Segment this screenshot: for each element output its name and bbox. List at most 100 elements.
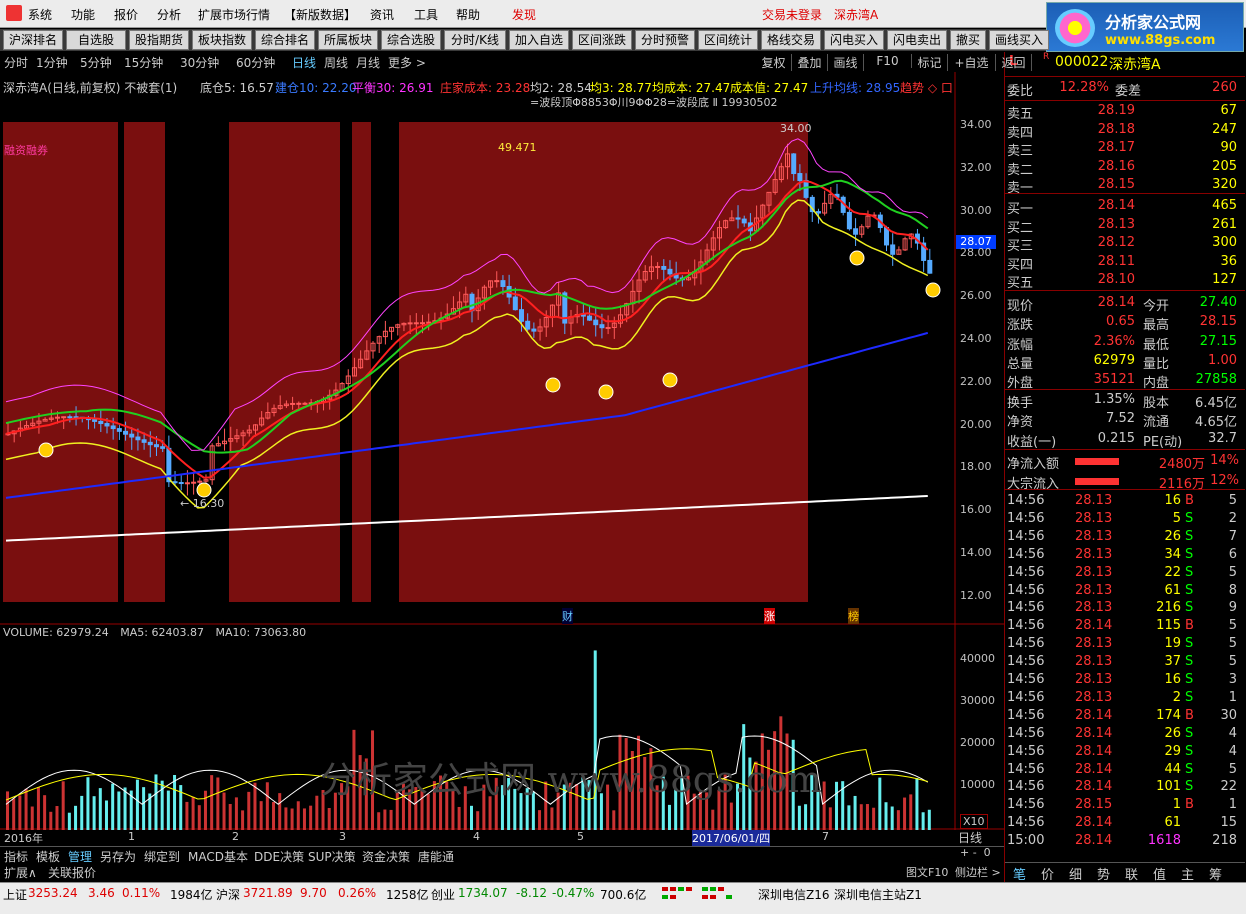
index-cy-value[interactable]: 1734.07 — [458, 886, 508, 900]
volume-bar — [878, 777, 882, 830]
volume-bar — [711, 809, 715, 830]
sell-price[interactable]: 28.17 — [1055, 140, 1135, 155]
toolbar-btn-9[interactable]: 区间涨跌 — [572, 30, 632, 50]
period-tab-2[interactable]: 5分钟 — [80, 54, 112, 71]
chart-tool-3[interactable]: F10 — [864, 54, 912, 68]
index-cy-amount: 700.6亿 — [600, 888, 647, 902]
detail-tab-7[interactable]: 筹 — [1209, 864, 1222, 883]
toolbar-btn-16[interactable]: 画线买入 — [989, 30, 1049, 50]
detail-tab-0[interactable]: 笔 — [1013, 864, 1026, 883]
buy-label: 买三 — [1007, 239, 1034, 254]
period-tab-9[interactable]: 更多 > — [388, 54, 426, 71]
toolbar-btn-2[interactable]: 股指期货 — [129, 30, 189, 50]
volume-bar — [55, 806, 59, 830]
menu-help[interactable]: 帮助 — [456, 6, 480, 23]
toolbar-btn-0[interactable]: 沪深排名 — [3, 30, 63, 50]
menu-info[interactable]: 资讯 — [370, 6, 394, 23]
kline-chart-area[interactable]: 分析家公式网 www.88gs.com — [0, 72, 1004, 830]
marker-finance[interactable]: 财 — [562, 608, 573, 624]
menu-discover[interactable]: 发现 — [512, 6, 536, 23]
zoom-controls[interactable]: + - 0 — [960, 846, 991, 859]
sell-price[interactable]: 28.16 — [1055, 159, 1135, 174]
index-hs-value[interactable]: 3721.89 — [243, 886, 293, 900]
price-tick: 12.00 — [960, 588, 992, 602]
chart-tool-5[interactable]: +自选 — [948, 54, 996, 71]
period-tab-7[interactable]: 周线 — [324, 54, 348, 71]
sell-price[interactable]: 28.19 — [1055, 103, 1135, 118]
menu-function[interactable]: 功能 — [71, 6, 95, 23]
tick-volume: 44 — [1164, 761, 1181, 777]
period-tab-4[interactable]: 30分钟 — [180, 54, 219, 71]
tick-side: B — [1185, 707, 1194, 723]
index-cy-change: -8.12 — [516, 886, 548, 900]
marker-list[interactable]: 榜 — [848, 608, 859, 624]
toolbar-btn-5[interactable]: 所属板块 — [318, 30, 378, 50]
period-tab-0[interactable]: 分时 — [4, 54, 28, 71]
login-status[interactable]: 交易未登录 — [762, 6, 822, 23]
ext-tab-0[interactable]: 扩展∧ — [4, 864, 37, 881]
volume-bar — [203, 790, 207, 830]
f10-button[interactable]: 图文F10 — [906, 864, 948, 880]
stat-value: 62979 — [1093, 352, 1135, 368]
buy-price[interactable]: 28.14 — [1055, 198, 1135, 213]
ext-tab-1[interactable]: 关联报价 — [48, 864, 96, 881]
period-tab-5[interactable]: 60分钟 — [236, 54, 275, 71]
index-cy-label: 创业 — [431, 888, 456, 902]
server-2[interactable]: 深圳电信主站Z1 — [834, 886, 922, 903]
index-sh-value[interactable]: 3253.24 — [28, 886, 78, 900]
toolbar-btn-14[interactable]: 闪电卖出 — [887, 30, 947, 50]
tick-price: 28.14 — [1075, 779, 1113, 795]
server-1[interactable]: 深圳电信Z16 — [758, 886, 830, 903]
chart-tool-6[interactable]: 返回 — [996, 54, 1032, 71]
detail-tab-1[interactable]: 价 — [1041, 864, 1054, 883]
toolbar-btn-1[interactable]: 自选股 — [66, 30, 126, 50]
ext-tabs: 扩展∧ 关联报价 — [0, 863, 1004, 880]
detail-tab-4[interactable]: 联 — [1125, 864, 1138, 883]
tick-side: S — [1185, 672, 1194, 687]
menu-quote[interactable]: 报价 — [114, 6, 138, 23]
buy-price[interactable]: 28.10 — [1055, 272, 1135, 287]
sell-price[interactable]: 28.15 — [1055, 177, 1135, 192]
toolbar-btn-3[interactable]: 板块指数 — [192, 30, 252, 50]
day-label[interactable]: 日线 — [958, 829, 982, 846]
menu-tools[interactable]: 工具 — [414, 6, 438, 23]
period-tab-8[interactable]: 月线 — [356, 54, 380, 71]
toolbar-btn-12[interactable]: 格线交易 — [761, 30, 821, 50]
chart-tool-2[interactable]: 画线 — [828, 54, 864, 71]
detail-tab-5[interactable]: 值 — [1153, 864, 1166, 883]
toolbar-btn-4[interactable]: 综合排名 — [255, 30, 315, 50]
menu-ext-market[interactable]: 扩展市场行情 — [198, 6, 270, 23]
period-tab-3[interactable]: 15分钟 — [124, 54, 163, 71]
toolbar-btn-7[interactable]: 分时/K线 — [444, 30, 506, 50]
period-tab-1[interactable]: 1分钟 — [36, 54, 68, 71]
chart-tool-1[interactable]: 叠加 — [792, 54, 828, 71]
buy-price[interactable]: 28.13 — [1055, 217, 1135, 232]
tick-count: 7 — [1228, 528, 1237, 544]
tick-volume: 5 — [1172, 510, 1181, 526]
detail-tab-3[interactable]: 势 — [1097, 864, 1110, 883]
buy-price[interactable]: 28.11 — [1055, 254, 1135, 269]
chart-tool-0[interactable]: 复权 — [756, 54, 792, 71]
toolbar-btn-11[interactable]: 区间统计 — [698, 30, 758, 50]
marker-limit-up[interactable]: 涨 — [764, 608, 775, 624]
volume-bar — [36, 787, 40, 830]
menu-analysis[interactable]: 分析 — [157, 6, 181, 23]
detail-tab-2[interactable]: 细 — [1069, 864, 1082, 883]
toolbar-btn-15[interactable]: 撤买 — [950, 30, 986, 50]
price-tick: 24.00 — [960, 332, 992, 345]
buy-price[interactable]: 28.12 — [1055, 235, 1135, 250]
toolbar-btn-13[interactable]: 闪电买入 — [824, 30, 884, 50]
chart-tool-4[interactable]: 标记 — [912, 54, 948, 71]
tick-price: 28.13 — [1075, 582, 1113, 598]
detail-tab-6[interactable]: 主 — [1181, 864, 1194, 883]
volume-bar — [142, 787, 146, 830]
toolbar-btn-6[interactable]: 综合选股 — [381, 30, 441, 50]
ad-banner[interactable]: 分析家公式网 www.88gs.com — [1046, 2, 1244, 52]
menu-new-data[interactable]: 【新版数据】 — [284, 6, 356, 23]
menu-system[interactable]: 系统 — [28, 6, 52, 23]
toolbar-btn-8[interactable]: 加入自选 — [509, 30, 569, 50]
period-tab-6[interactable]: 日线 — [292, 54, 316, 71]
toolbar-btn-10[interactable]: 分时预警 — [635, 30, 695, 50]
sidebar-toggle[interactable]: 侧边栏 > — [955, 864, 1001, 880]
sell-price[interactable]: 28.18 — [1055, 122, 1135, 137]
